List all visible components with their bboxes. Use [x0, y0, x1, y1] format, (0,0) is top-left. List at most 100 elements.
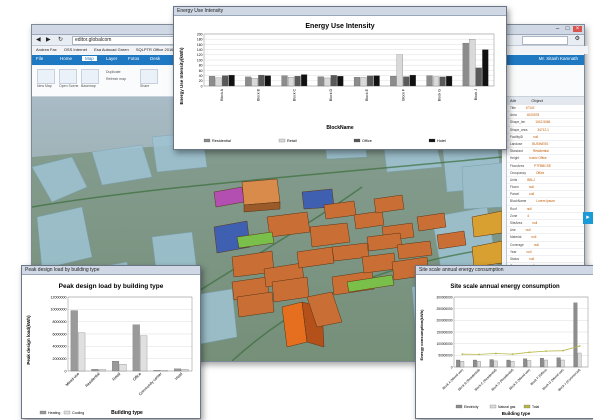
property-row[interactable]: Shape_len 1042.5066 [507, 119, 584, 126]
favorite-item[interactable]: Esa Autocad Green [94, 47, 129, 52]
y-tick-label: 140 [197, 48, 203, 52]
property-row[interactable]: FacilityIDnull [507, 134, 584, 141]
bar [301, 75, 307, 86]
property-row[interactable]: Coveragenull [507, 242, 584, 249]
property-row[interactable]: StandardResidential [507, 148, 584, 155]
series-point [478, 354, 480, 356]
refresh-map-button[interactable]: Refresh map [106, 77, 126, 81]
property-key: Standard [510, 149, 523, 153]
property-row[interactable]: SiteAreanull [507, 220, 584, 227]
tab-home[interactable]: Home [60, 56, 72, 61]
side-panel-tab[interactable]: ▸ [583, 212, 593, 224]
property-value: null [532, 221, 537, 225]
bar [182, 369, 189, 371]
search-input[interactable] [522, 36, 568, 45]
property-row[interactable]: Statusnull [507, 256, 584, 263]
property-row[interactable]: Usenull [507, 227, 584, 234]
tab-map[interactable]: Map [82, 56, 97, 61]
property-row[interactable]: Materialnull [507, 234, 584, 241]
series-point [528, 351, 530, 353]
legend-label: Hotel [437, 139, 446, 143]
series-point [545, 350, 547, 352]
bar [337, 76, 343, 86]
x-tick-label: Block A [220, 88, 224, 100]
property-row[interactable]: Shape_area34712.1 [507, 127, 584, 134]
property-value: Iconic Office [529, 156, 546, 160]
basemap-button[interactable] [81, 69, 99, 84]
property-row[interactable]: OccupancyOffice [507, 170, 584, 177]
tab-file[interactable]: File [36, 56, 43, 61]
tab-fotos[interactable]: Fotos [128, 56, 139, 61]
favorite-item[interactable]: OSS Internet [64, 47, 87, 52]
legend-swatch [64, 411, 70, 414]
bar [410, 75, 416, 86]
property-row[interactable]: BlockNameLorem Ipsum [507, 198, 584, 205]
property-row[interactable]: Yearnull [507, 249, 584, 256]
bar [361, 77, 367, 86]
new-map-button[interactable] [37, 69, 55, 84]
open-scene-button[interactable] [59, 69, 77, 84]
y-tick-label: 250000000 [437, 307, 453, 311]
property-row[interactable]: Area4020578 [507, 112, 584, 119]
back-icon[interactable]: ◀ [36, 36, 41, 43]
property-key: Title [510, 106, 516, 110]
user-name[interactable]: Mr. Sitash Kamnath [539, 56, 578, 61]
bar [354, 77, 360, 86]
property-key: Height [510, 156, 519, 160]
minimize-icon[interactable]: – [553, 26, 562, 32]
bar [440, 77, 446, 86]
legend-label: Heating [48, 411, 60, 415]
bar [477, 361, 481, 367]
eui-window-title: Energy Use Intensity [174, 7, 506, 16]
property-row[interactable]: FloorAreaPTFBBCSE [507, 163, 584, 170]
property-row[interactable]: UnitsBBLJ [507, 177, 584, 184]
refresh-icon[interactable]: ↻ [58, 36, 63, 43]
property-row[interactable]: Floorsnull [507, 184, 584, 191]
bar [295, 76, 301, 86]
x-tick-label: Community center [138, 371, 163, 396]
bar [282, 76, 288, 86]
bar [561, 360, 565, 367]
peak-y-axis-label: Peak design load(kWh) [26, 315, 31, 365]
property-row[interactable]: Height Iconic Office [507, 155, 584, 162]
property-row[interactable]: LanduseBUSINESS [507, 141, 584, 148]
series-line [462, 346, 579, 354]
property-row[interactable]: Roofnull [507, 206, 584, 213]
maximize-icon[interactable]: □ [563, 26, 572, 32]
share-button[interactable] [140, 69, 158, 84]
favorite-item[interactable]: Andrea Fax [36, 47, 57, 52]
bar [367, 76, 373, 86]
bar [209, 76, 215, 86]
x-tick-label: Block B [256, 88, 260, 101]
property-value: null [534, 243, 539, 247]
forward-icon[interactable]: ▶ [46, 36, 51, 43]
bar [456, 360, 460, 367]
bar [99, 369, 106, 371]
close-icon[interactable]: × [573, 26, 582, 32]
tab-desk[interactable]: Desk [150, 56, 160, 61]
bar [78, 333, 85, 371]
property-row[interactable]: Title KTUS [507, 105, 584, 112]
gear-icon[interactable]: ⚙ [575, 35, 580, 42]
legend-label: Retail [287, 139, 297, 143]
open-scene-label: Open Scene [59, 84, 78, 88]
tab-layer[interactable]: Layer [106, 56, 117, 61]
property-key: Occupancy [510, 171, 526, 175]
property-value: null [533, 135, 538, 139]
legend-label: Residential [212, 139, 231, 143]
favorite-item[interactable]: SQLPTR Office 2016 [136, 47, 174, 52]
property-key: Shape_len [510, 120, 525, 124]
y-tick-label: 0 [65, 369, 67, 373]
property-value: KTUS [526, 106, 535, 110]
bar [71, 311, 78, 371]
property-row[interactable]: Parcelnull [507, 191, 584, 198]
series-point [562, 350, 564, 352]
property-row[interactable]: Zone4 [507, 213, 584, 220]
bar [331, 75, 337, 86]
property-value: null [527, 207, 532, 211]
property-value: 1042.5066 [535, 120, 550, 124]
property-value: 4020578 [527, 113, 539, 117]
duplicate-button[interactable]: Duplicate [106, 70, 121, 74]
bar [490, 360, 494, 367]
y-tick-label: 10000000 [51, 308, 67, 312]
